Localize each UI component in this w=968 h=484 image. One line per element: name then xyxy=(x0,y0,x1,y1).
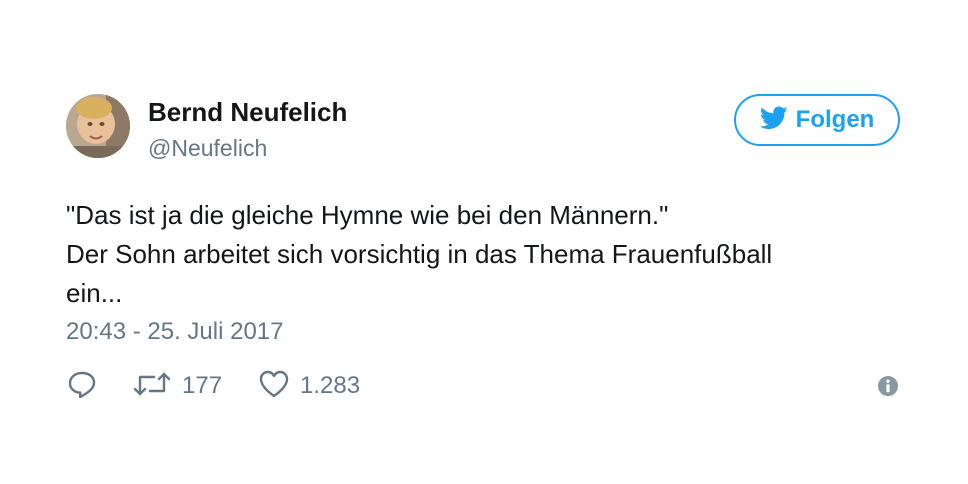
heart-icon xyxy=(258,368,290,405)
twitter-bird-icon xyxy=(759,105,788,135)
retweet-icon xyxy=(132,368,172,405)
follow-button[interactable]: Folgen xyxy=(734,94,900,146)
like-button[interactable]: 1.283 xyxy=(258,368,360,404)
follow-label: Folgen xyxy=(795,106,875,133)
retweet-count: 177 xyxy=(182,372,223,399)
reply-icon xyxy=(66,368,98,405)
info-icon[interactable] xyxy=(877,375,899,402)
like-count: 1.283 xyxy=(300,372,361,399)
reply-button[interactable] xyxy=(66,368,98,404)
retweet-button[interactable]: 177 xyxy=(132,368,222,404)
author-name[interactable]: Bernd Neufelich xyxy=(148,97,347,128)
author-avatar[interactable] xyxy=(66,94,130,158)
author-handle[interactable]: @Neufelich xyxy=(148,135,267,162)
embedded-tweet: Bernd Neufelich @Neufelich Folgen "Das i… xyxy=(0,0,968,484)
tweet-text-line: Der Sohn arbeitet sich vorsichtig in das… xyxy=(66,239,773,269)
tweet-timestamp[interactable]: 20:43 - 25. Juli 2017 xyxy=(66,318,284,346)
tweet-text: "Das ist ja die gleiche Hymne wie bei de… xyxy=(66,196,886,313)
tweet-text-line: ein... xyxy=(66,278,123,308)
tweet-text-line: "Das ist ja die gleiche Hymne wie bei de… xyxy=(66,200,669,230)
